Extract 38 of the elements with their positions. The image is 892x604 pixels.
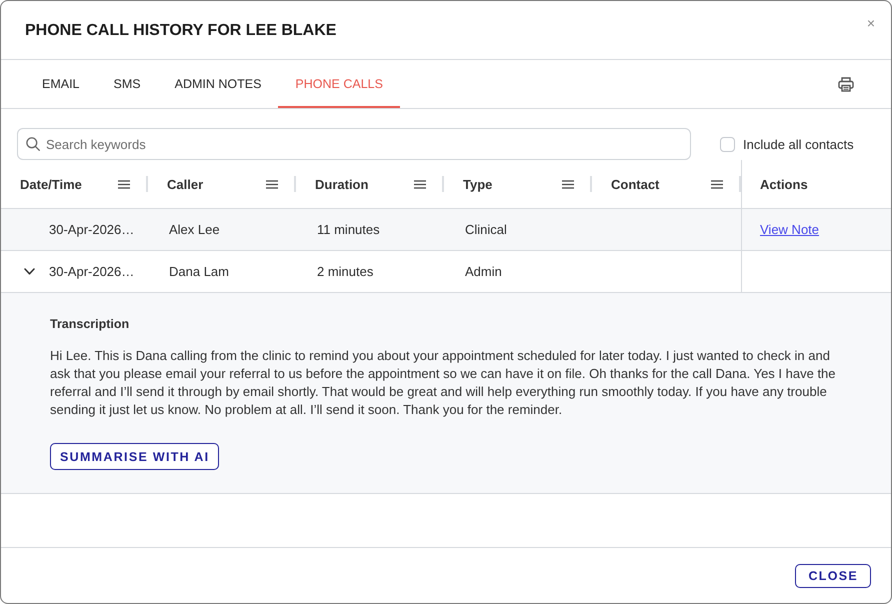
table-row[interactable]: 30-Apr-2026… Dana Lam 2 minutes Admin bbox=[1, 251, 891, 293]
table-cell: 30-Apr-2026… bbox=[49, 222, 134, 237]
table-cell: Alex Lee bbox=[169, 222, 220, 237]
chevron-down-icon[interactable] bbox=[24, 268, 34, 275]
column-header: Caller bbox=[167, 176, 204, 192]
column-menu-icon[interactable] bbox=[118, 180, 130, 188]
tab[interactable]: EMAIL bbox=[25, 60, 97, 108]
table-cell: Clinical bbox=[465, 222, 507, 237]
tab[interactable]: ADMIN NOTES bbox=[158, 60, 278, 108]
transcription-text: Hi Lee. This is Dana calling from the clinic to remind you about your appointment scheduled for later today. I just wanted to check in and ask that you please email your referral to us before the appointment so we can have it on file. Oh thanks for the call Dana. Yes I have the referral and I’ll send it through by email shortly. That would be great and will help everything run smoothly today. If you have any trouble sending it just let us know. No problem at all. I’ll send it soon. Thank you for the reminder. bbox=[50, 347, 837, 419]
dialog-title: PHONE CALL HISTORY FOR LEE BLAKE bbox=[25, 21, 336, 41]
table-cell: 30-Apr-2026… bbox=[49, 264, 134, 279]
column-header: Date/Time bbox=[20, 176, 82, 192]
column-menu-icon[interactable] bbox=[414, 180, 426, 188]
close-button[interactable]: × bbox=[864, 15, 877, 31]
table-cell: 2 minutes bbox=[317, 264, 374, 279]
table-cell: 11 minutes bbox=[317, 222, 380, 237]
tab[interactable]: SMS bbox=[96, 60, 158, 108]
summarise-button[interactable]: SUMMARISE WITH AI bbox=[50, 443, 220, 470]
search-field[interactable]: Search keywords bbox=[17, 128, 691, 160]
column-menu-icon[interactable] bbox=[711, 180, 723, 188]
column-header: Contact bbox=[611, 176, 660, 192]
search-icon bbox=[26, 137, 40, 151]
view-note-link[interactable]: View Note bbox=[760, 222, 820, 237]
table-cell: Admin bbox=[465, 264, 502, 279]
table-row[interactable]: 30-Apr-2026… Alex Lee 11 minutes Clinical View Note bbox=[1, 209, 891, 251]
checkbox-label: Include all contacts bbox=[743, 136, 854, 152]
transcription-heading: Transcription bbox=[50, 316, 130, 332]
column-menu-icon[interactable] bbox=[562, 180, 574, 188]
column-header: Type bbox=[463, 176, 492, 192]
close-button[interactable]: CLOSE bbox=[795, 564, 871, 588]
checkbox[interactable] bbox=[720, 136, 735, 152]
table-cell: Dana Lam bbox=[169, 264, 229, 279]
column-header: Actions bbox=[760, 176, 808, 192]
printer-icon[interactable] bbox=[838, 76, 854, 92]
column-header: Duration bbox=[315, 176, 368, 192]
tab[interactable]: PHONE CALLS bbox=[278, 60, 400, 108]
column-menu-icon[interactable] bbox=[266, 180, 278, 188]
